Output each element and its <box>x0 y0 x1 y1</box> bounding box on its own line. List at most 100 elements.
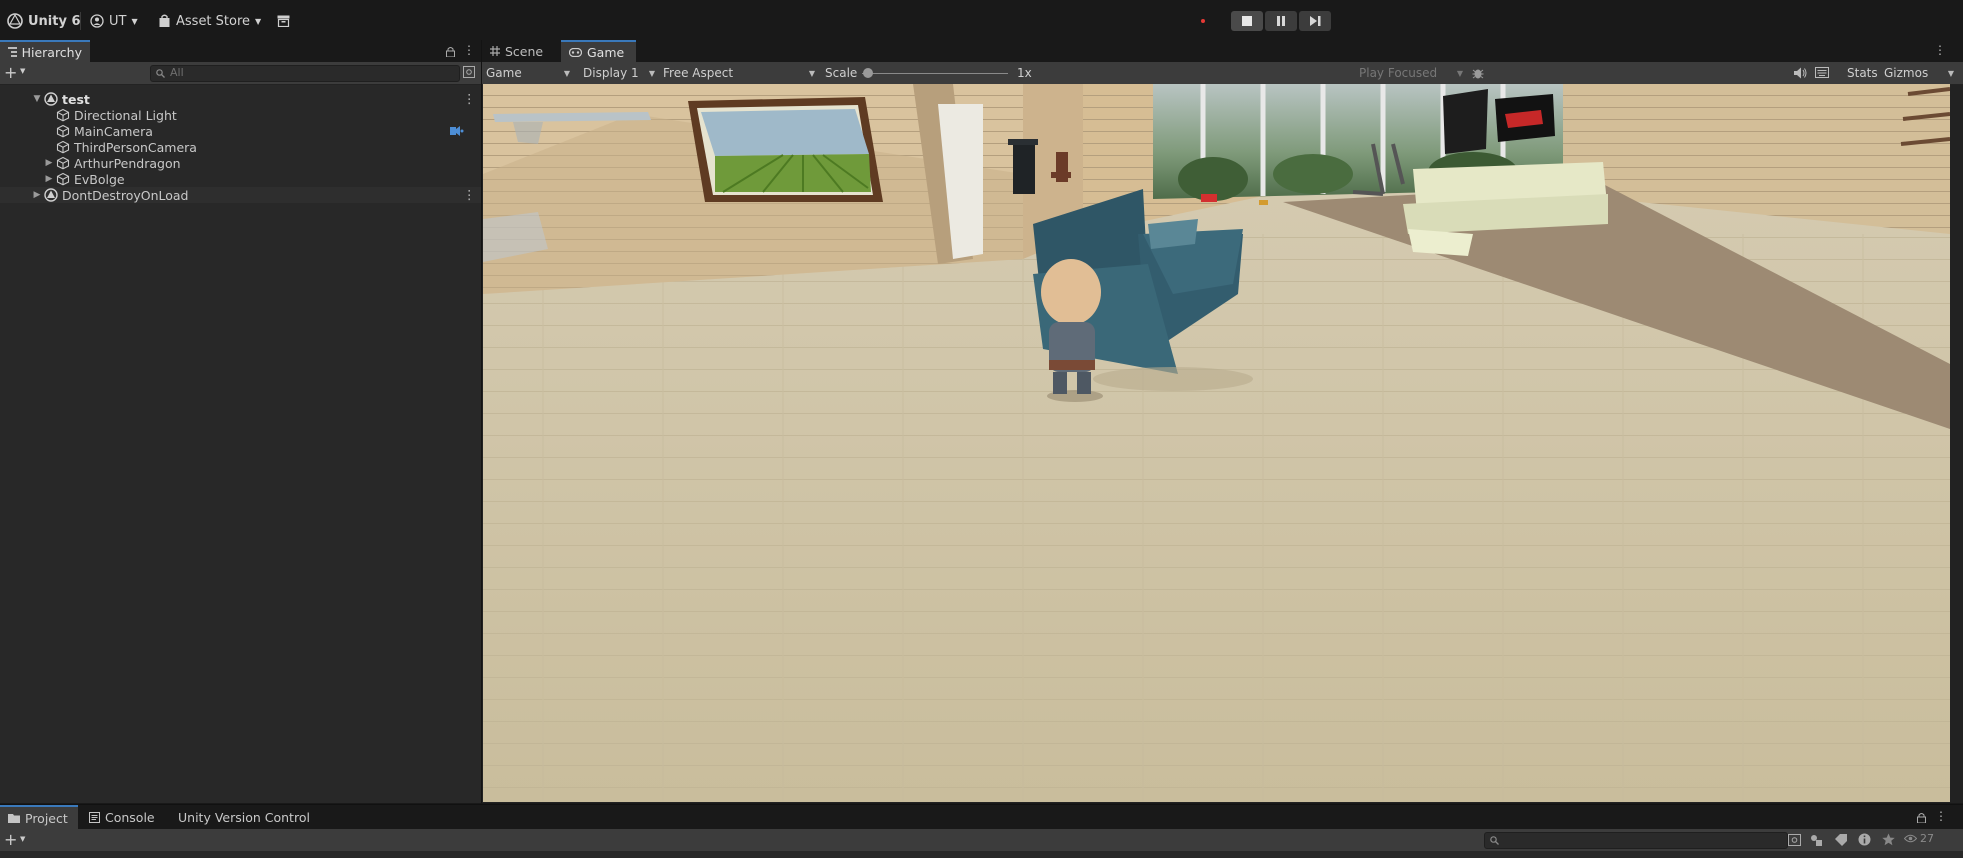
hidden-count: 27 <box>1920 832 1934 845</box>
gameobject-cube-icon <box>56 140 70 154</box>
tab-version-control-label: Unity Version Control <box>178 809 310 825</box>
bug-icon[interactable] <box>1472 67 1484 79</box>
expand-arrow-icon[interactable]: ▶ <box>32 190 42 200</box>
asset-store-label: Asset Store <box>176 13 251 29</box>
account-label: UT <box>109 13 127 29</box>
chevron-down-icon: ▼ <box>1947 68 1954 78</box>
hierarchy-row-dontdestroy[interactable]: ▶ DontDestroyOnLoad ⋮ <box>0 187 481 203</box>
tab-scene-label: Scene <box>505 43 544 59</box>
filter-type-icon[interactable] <box>1810 834 1823 846</box>
star-icon[interactable] <box>1882 833 1895 846</box>
search-by-type-icon[interactable] <box>1788 834 1801 846</box>
hierarchy-item[interactable]: ▶ EvBolge <box>0 171 481 187</box>
hierarchy-item[interactable]: Directional Light <box>0 107 481 123</box>
kebab-menu-icon[interactable]: ⋮ <box>463 187 476 202</box>
aspect-label: Free Aspect <box>663 66 734 80</box>
asset-store-dropdown[interactable]: Asset Store ▼ <box>158 11 261 31</box>
chevron-down-icon[interactable]: ▼ <box>20 67 25 75</box>
tab-game[interactable]: Game <box>561 40 636 62</box>
eye-icon <box>1904 834 1917 843</box>
unity-menu[interactable]: Unity 6 <box>7 11 81 31</box>
search-placeholder: All <box>170 66 184 79</box>
expand-arrow-icon[interactable]: ▶ <box>44 158 54 168</box>
search-icon <box>1490 836 1499 845</box>
play-focused-dropdown[interactable]: Play Focused ▼ <box>1359 64 1463 82</box>
hierarchy-panel: Hierarchy ⋮ + ▼ All ▼ test ⋮ Directional… <box>0 40 482 803</box>
kebab-menu-icon[interactable]: ⋮ <box>463 91 476 106</box>
scale-label: Scale <box>825 66 858 80</box>
bag-icon <box>159 14 170 27</box>
game-viewport[interactable] <box>483 84 1950 802</box>
kebab-menu-icon[interactable]: ⋮ <box>1935 809 1947 823</box>
hierarchy-tabstrip: Hierarchy ⋮ <box>0 40 481 62</box>
add-button[interactable]: + <box>4 830 17 849</box>
tab-project[interactable]: Project <box>0 805 78 829</box>
keyboard-icon[interactable] <box>1815 67 1829 78</box>
gizmos-dropdown[interactable]: Gizmos ▼ <box>1884 64 1954 82</box>
grid-icon <box>490 46 500 56</box>
audio-mute-icon[interactable] <box>1794 67 1807 79</box>
scale-slider[interactable] <box>862 73 1008 74</box>
display-dropdown[interactable]: Display 1 ▼ <box>583 64 655 82</box>
hierarchy-item[interactable]: ▶ ArthurPendragon <box>0 155 481 171</box>
tab-project-label: Project <box>25 810 68 826</box>
game-render-image <box>483 84 1950 802</box>
info-icon[interactable] <box>1858 833 1871 846</box>
expand-arrow-icon[interactable]: ▶ <box>44 174 54 184</box>
chevron-down-icon: ▼ <box>648 68 655 78</box>
label-icon[interactable] <box>1835 834 1847 846</box>
expand-arrow-icon[interactable]: ▼ <box>32 94 42 104</box>
project-search-input[interactable] <box>1484 832 1788 849</box>
play-focused-label: Play Focused <box>1359 66 1438 80</box>
search-icon <box>156 69 165 78</box>
hierarchy-item-label: EvBolge <box>74 171 125 187</box>
unity-scene-icon <box>44 92 58 106</box>
separator <box>80 12 81 30</box>
game-mode-dropdown[interactable]: Game ▼ <box>486 64 570 82</box>
hierarchy-item-label: Directional Light <box>74 107 177 123</box>
add-button[interactable]: + <box>4 63 17 82</box>
tab-hierarchy[interactable]: Hierarchy <box>0 40 90 62</box>
unity-logo-icon <box>7 13 23 29</box>
list-icon <box>8 47 17 57</box>
package-button[interactable] <box>277 11 290 31</box>
account-dropdown[interactable]: UT ▼ <box>90 11 138 31</box>
chevron-down-icon: ▼ <box>131 16 138 26</box>
scene-name: test <box>62 91 90 107</box>
project-panel: Project Console Unity Version Control ⋮ … <box>0 804 1963 858</box>
chevron-down-icon[interactable]: ▼ <box>20 835 25 843</box>
tab-console[interactable]: Console <box>89 805 155 829</box>
stats-button[interactable]: Stats <box>1847 64 1878 82</box>
stop-icon <box>1242 16 1252 26</box>
tab-scene[interactable]: Scene <box>482 40 560 62</box>
chevron-down-icon: ▼ <box>563 68 570 78</box>
chevron-down-icon: ▼ <box>1456 68 1463 78</box>
stop-button[interactable] <box>1231 11 1263 31</box>
kebab-menu-icon[interactable]: ⋮ <box>463 43 475 57</box>
step-button[interactable] <box>1299 11 1331 31</box>
cinemachine-brain-icon <box>450 126 464 136</box>
tab-console-label: Console <box>105 809 155 825</box>
hierarchy-item-label: ThirdPersonCamera <box>74 139 197 155</box>
hierarchy-item-label: MainCamera <box>74 123 153 139</box>
lock-icon[interactable] <box>1917 812 1926 823</box>
tab-game-label: Game <box>587 44 625 60</box>
scale-slider-handle[interactable] <box>863 68 873 78</box>
scene-visibility-icon[interactable] <box>463 66 475 78</box>
chevron-down-icon: ▼ <box>255 16 262 26</box>
recording-indicator <box>1201 19 1205 23</box>
kebab-menu-icon[interactable]: ⋮ <box>1934 43 1946 57</box>
hidden-packages-toggle[interactable]: 27 <box>1904 832 1934 845</box>
pause-button[interactable] <box>1265 11 1297 31</box>
tab-version-control[interactable]: Unity Version Control <box>178 805 310 829</box>
lock-icon[interactable] <box>446 46 455 57</box>
aspect-dropdown[interactable]: Free Aspect ▼ <box>663 64 815 82</box>
main-toolbar: Unity 6 UT ▼ Asset Store ▼ <box>0 0 1963 41</box>
hierarchy-item[interactable]: MainCamera <box>0 123 481 139</box>
hierarchy-search-input[interactable]: All <box>150 65 460 82</box>
hierarchy-row-scene[interactable]: ▼ test ⋮ <box>0 91 481 107</box>
game-mode-label: Game <box>486 66 522 80</box>
hierarchy-item[interactable]: ThirdPersonCamera <box>0 139 481 155</box>
gameobject-cube-icon <box>56 124 70 138</box>
gameobject-cube-icon <box>56 172 70 186</box>
